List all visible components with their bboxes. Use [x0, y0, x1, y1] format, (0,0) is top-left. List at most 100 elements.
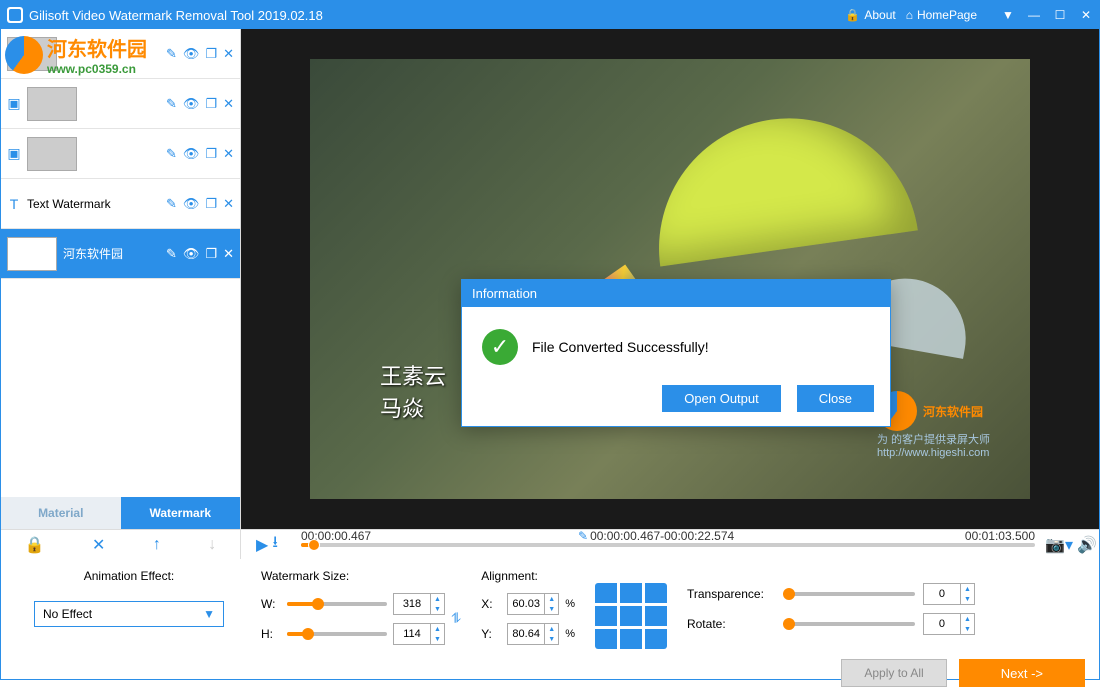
transparence-input[interactable]: ▲▼: [923, 583, 975, 605]
delete-icon[interactable]: ✕: [223, 96, 234, 112]
layer-item-active[interactable]: 河东软件园 ✎ 👁 ❐ ✕: [1, 229, 240, 279]
layer-item[interactable]: T Text Watermark ✎ 👁 ❐ ✕: [1, 179, 240, 229]
sidebar-tabs: Material Watermark: [1, 497, 240, 529]
eye-icon[interactable]: 👁: [183, 96, 200, 112]
align-br[interactable]: [645, 629, 667, 649]
alignment-grid: [595, 583, 667, 649]
rotate-input[interactable]: ▲▼: [923, 613, 975, 635]
h-slider[interactable]: [287, 632, 387, 636]
spin-up-icon[interactable]: ▲: [961, 584, 974, 594]
w-slider[interactable]: [287, 602, 387, 606]
maximize-button[interactable]: ☐: [1053, 8, 1067, 22]
play-icon[interactable]: ▶: [256, 535, 268, 555]
spin-up-icon[interactable]: ▲: [545, 624, 558, 634]
homepage-label: HomePage: [917, 8, 977, 22]
timeline-bar[interactable]: [301, 543, 1035, 547]
edit-icon[interactable]: ✎: [166, 146, 177, 162]
align-mc[interactable]: [620, 606, 642, 626]
layer-item[interactable]: ▣ ✎ 👁 ❐ ✕: [1, 129, 240, 179]
eye-icon[interactable]: 👁: [183, 196, 200, 212]
align-tr[interactable]: [645, 583, 667, 603]
x-value[interactable]: [508, 594, 544, 614]
pct-label: %: [565, 628, 575, 640]
app-title: Gilisoft Video Watermark Removal Tool 20…: [29, 8, 845, 23]
move-down-icon[interactable]: ↓: [208, 536, 216, 554]
site-logo-icon: [5, 36, 43, 74]
video-content: [642, 102, 918, 267]
image-type-icon: ▣: [7, 95, 21, 112]
open-output-button[interactable]: Open Output: [662, 385, 780, 412]
playback-controls: ▶ ⭳: [241, 531, 293, 558]
y-input[interactable]: ▲▼: [507, 623, 559, 645]
link-aspect-icon[interactable]: ⥮: [451, 610, 461, 627]
spin-up-icon[interactable]: ▲: [961, 614, 974, 624]
spin-down-icon[interactable]: ▼: [545, 634, 558, 644]
eye-icon[interactable]: 👁: [183, 246, 200, 262]
controls-panel: Animation Effect: No Effect ▼ Watermark …: [1, 559, 1099, 649]
about-button[interactable]: 🔒 About: [845, 8, 895, 22]
transform-column: Transparence: ▲▼ Rotate: ▲▼: [687, 569, 975, 649]
copy-icon[interactable]: ❐: [205, 46, 217, 62]
video-subtitle: 马焱: [380, 391, 424, 423]
menu-dropdown-icon[interactable]: ▼: [1001, 8, 1015, 22]
eye-icon[interactable]: 👁: [183, 146, 200, 162]
tab-material[interactable]: Material: [1, 497, 121, 529]
timeline-thumb[interactable]: [308, 539, 320, 551]
timeline-track[interactable]: 00:00:00.467 00:01:03.500 ✎00:00:00.467-…: [293, 543, 1043, 547]
minimize-button[interactable]: —: [1027, 8, 1041, 22]
y-value[interactable]: [508, 624, 544, 644]
w-value[interactable]: [394, 594, 430, 614]
align-bc[interactable]: [620, 629, 642, 649]
spin-down-icon[interactable]: ▼: [431, 604, 444, 614]
next-button[interactable]: Next ->: [959, 659, 1085, 687]
copy-icon[interactable]: ❐: [205, 196, 217, 212]
delete-icon[interactable]: ✕: [223, 46, 234, 62]
layer-item[interactable]: ▣ ✎ 👁 ❐ ✕: [1, 79, 240, 129]
copy-icon[interactable]: ❐: [205, 96, 217, 112]
x-input[interactable]: ▲▼: [507, 593, 559, 615]
export-icon[interactable]: ⭳: [272, 531, 278, 558]
edit-icon[interactable]: ✎: [166, 96, 177, 112]
transparence-value[interactable]: [924, 584, 960, 604]
h-value[interactable]: [394, 624, 430, 644]
edit-icon[interactable]: ✎: [166, 196, 177, 212]
copy-icon[interactable]: ❐: [205, 246, 217, 262]
h-input[interactable]: ▲▼: [393, 623, 445, 645]
volume-icon[interactable]: 🔊: [1077, 535, 1097, 555]
delete-icon[interactable]: ✕: [223, 246, 234, 262]
rotate-value[interactable]: [924, 614, 960, 634]
w-input[interactable]: ▲▼: [393, 593, 445, 615]
spin-down-icon[interactable]: ▼: [431, 634, 444, 644]
align-bl[interactable]: [595, 629, 617, 649]
spin-up-icon[interactable]: ▲: [431, 624, 444, 634]
close-window-button[interactable]: ✕: [1079, 8, 1093, 22]
sidebar: ✎ 👁 ❐ ✕ ▣ ✎ 👁 ❐ ✕ ▣: [1, 29, 241, 529]
spin-down-icon[interactable]: ▼: [961, 624, 974, 634]
align-ml[interactable]: [595, 606, 617, 626]
move-up-icon[interactable]: ↑: [153, 536, 161, 554]
eye-icon[interactable]: 👁: [183, 46, 200, 62]
edit-icon[interactable]: ✎: [166, 246, 177, 262]
align-tc[interactable]: [620, 583, 642, 603]
tab-watermark[interactable]: Watermark: [121, 497, 241, 529]
edit-icon[interactable]: ✎: [166, 46, 177, 62]
size-column: Watermark Size: W: ▲▼ ⥮ H: ▲▼: [261, 569, 461, 649]
align-tl[interactable]: [595, 583, 617, 603]
delete-icon[interactable]: ✕: [223, 146, 234, 162]
delete-layer-icon[interactable]: ✕: [92, 535, 105, 555]
lock-layer-icon[interactable]: 🔒: [25, 535, 45, 555]
spin-up-icon[interactable]: ▲: [545, 594, 558, 604]
align-mr[interactable]: [645, 606, 667, 626]
homepage-button[interactable]: ⌂ HomePage: [906, 8, 977, 22]
animation-select[interactable]: No Effect ▼: [34, 601, 224, 627]
transparence-slider[interactable]: [785, 592, 915, 596]
snapshot-icon[interactable]: 📷▾: [1045, 535, 1073, 555]
close-dialog-button[interactable]: Close: [797, 385, 874, 412]
apply-all-button[interactable]: Apply to All: [841, 659, 946, 687]
delete-icon[interactable]: ✕: [223, 196, 234, 212]
copy-icon[interactable]: ❐: [205, 146, 217, 162]
spin-down-icon[interactable]: ▼: [545, 604, 558, 614]
rotate-slider[interactable]: [785, 622, 915, 626]
spin-down-icon[interactable]: ▼: [961, 594, 974, 604]
spin-up-icon[interactable]: ▲: [431, 594, 444, 604]
